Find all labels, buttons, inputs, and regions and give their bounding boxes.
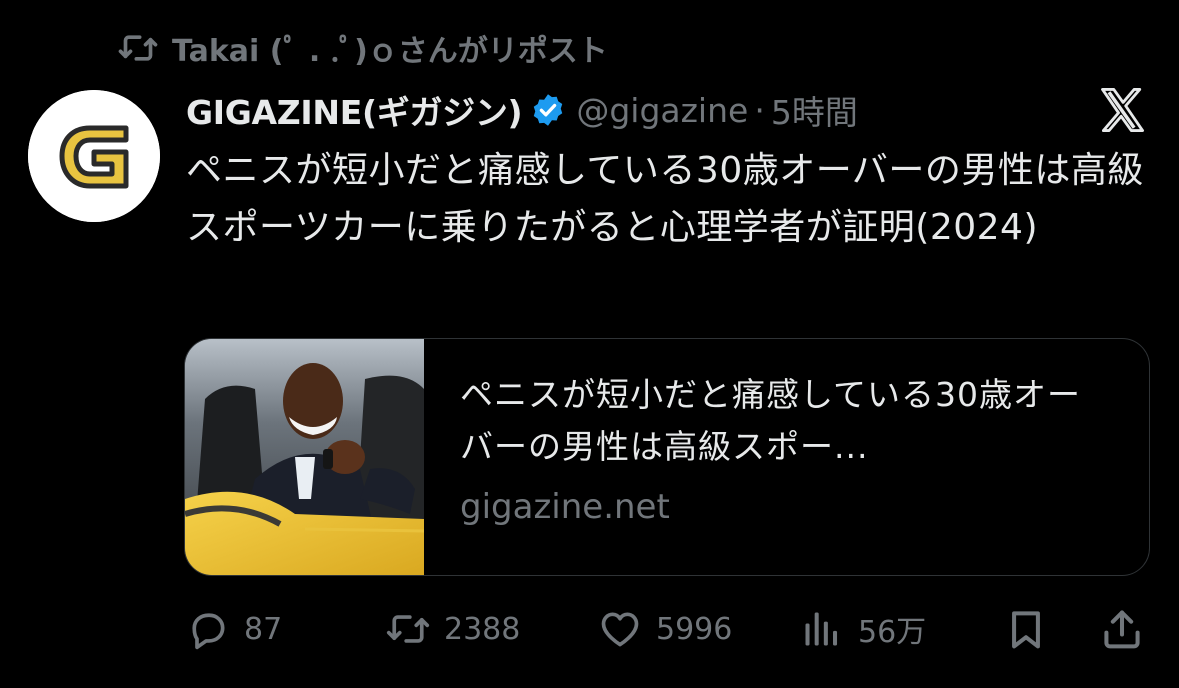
gigazine-logo-icon [28, 90, 160, 222]
retweet-button[interactable]: 2388 [386, 604, 520, 654]
views-icon [805, 612, 838, 646]
reply-button[interactable]: 87 [186, 604, 282, 654]
repost-text: Takai (ﾟ . .ﾟ)ｏさんがリポスト [172, 34, 608, 69]
share-icon [1104, 610, 1140, 649]
reply-icon [192, 613, 225, 650]
tweet-actions: 87 2388 5996 56万 [186, 604, 1146, 654]
verified-badge-icon[interactable] [530, 92, 566, 128]
views-button[interactable]: 56万 [800, 604, 926, 654]
retweet-icon [386, 615, 430, 643]
heart-icon [601, 612, 639, 647]
x-logo-icon [1101, 88, 1144, 132]
retweet-count: 2388 [444, 611, 521, 647]
author-handle[interactable]: @gigazine [576, 91, 748, 130]
link-preview-card[interactable]: ペニスが短小だと痛感している30歳オーバーの男性は高級スポー... gigazi… [184, 338, 1150, 576]
card-domain: gigazine.net [460, 487, 670, 527]
tweet-text: ペニスが短小だと痛感している30歳オーバーの男性は高級スポーツカーに乗りたがると… [186, 150, 1144, 248]
separator-dot: · [754, 90, 765, 130]
card-thumbnail[interactable] [185, 339, 424, 575]
card-thumbnail-image [185, 339, 424, 575]
author-display-name[interactable]: GIGAZINE(ギガジン) [186, 86, 523, 134]
views-count: 56万 [858, 615, 927, 650]
card-body[interactable]: ペニスが短小だと痛感している30歳オーバーの男性は高級スポー... gigazi… [424, 339, 1136, 575]
repost-indicator[interactable]: Takai (ﾟ . .ﾟ)ｏさんがリポスト [118, 26, 608, 70]
card-title: ペニスが短小だと痛感している30歳オーバーの男性は高級スポー... [460, 375, 1082, 466]
repost-icon [118, 35, 158, 61]
avatar[interactable] [28, 90, 160, 222]
like-button[interactable]: 5996 [598, 604, 732, 654]
bookmark-icon [1012, 611, 1040, 649]
tweet-timestamp[interactable]: 5時間 [771, 86, 858, 134]
tweet-header: GIGAZINE(ギガジン) @gigazine · 5時間 [186, 84, 858, 136]
bookmark-button[interactable] [1004, 604, 1048, 654]
like-count: 5996 [656, 611, 733, 647]
share-button[interactable] [1100, 604, 1144, 654]
reply-count: 87 [244, 611, 283, 647]
